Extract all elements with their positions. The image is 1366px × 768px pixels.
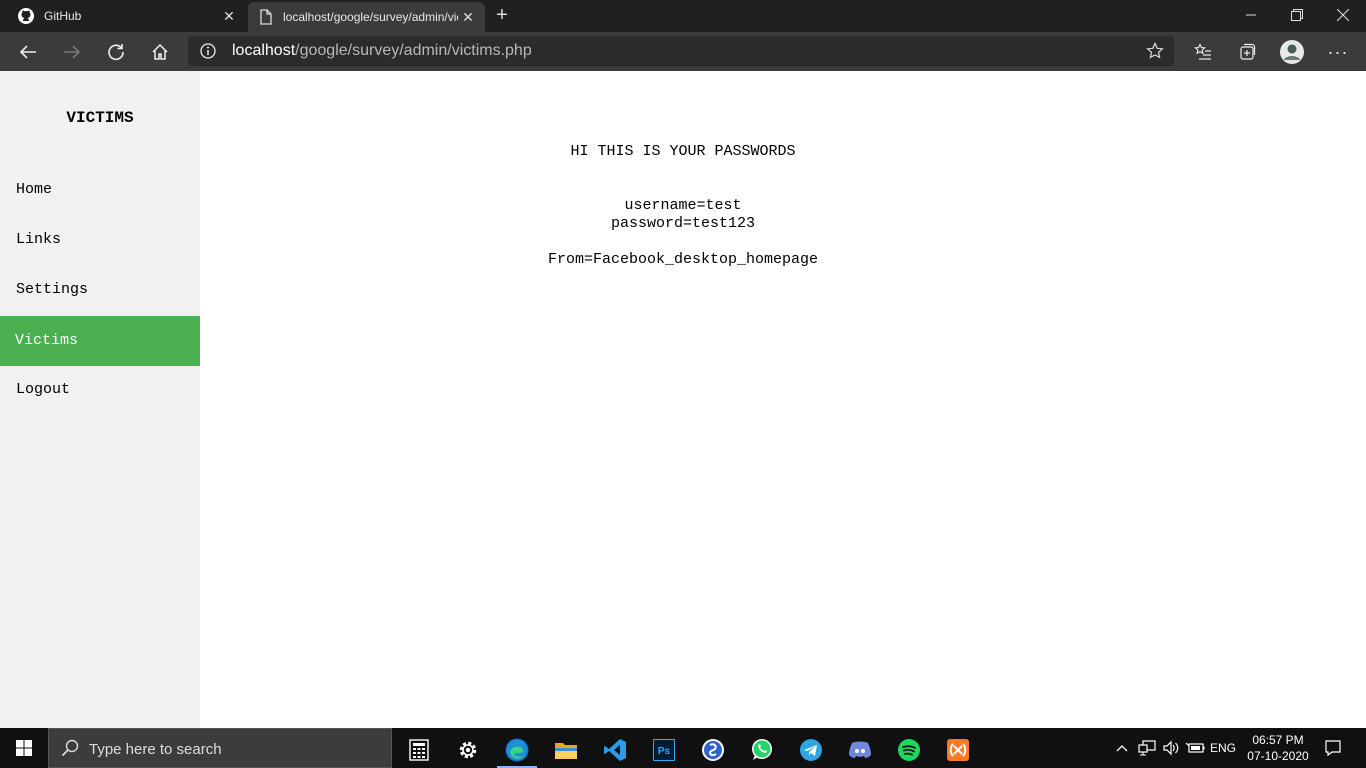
sidebar-item-home[interactable]: Home bbox=[0, 165, 200, 215]
url-text: localhost/google/survey/admin/victims.ph… bbox=[232, 42, 532, 60]
page-icon bbox=[258, 9, 274, 25]
browser-toolbar: localhost/google/survey/admin/victims.ph… bbox=[0, 32, 1366, 71]
close-window-icon[interactable] bbox=[1320, 0, 1366, 30]
tab-victims[interactable]: localhost/google/survey/admin/victims.ph… bbox=[248, 2, 485, 32]
avatar[interactable] bbox=[1277, 37, 1307, 67]
telegram-icon[interactable] bbox=[789, 732, 833, 768]
taskbar-clock[interactable]: 06:57 PM 07-10-2020 bbox=[1240, 732, 1316, 764]
home-icon[interactable] bbox=[145, 37, 175, 67]
main-content: HI THIS IS YOUR PASSWORDS username=test … bbox=[200, 71, 1366, 728]
back-icon[interactable] bbox=[13, 37, 43, 67]
edge-icon[interactable] bbox=[495, 732, 539, 768]
github-icon bbox=[18, 8, 34, 24]
language-indicator[interactable]: ENG bbox=[1208, 728, 1238, 768]
calculator-icon[interactable] bbox=[397, 732, 441, 768]
discord-icon[interactable] bbox=[838, 732, 882, 768]
sidebar-item-logout[interactable]: Logout bbox=[0, 365, 200, 415]
info-icon[interactable] bbox=[200, 43, 216, 64]
search-placeholder: Type here to search bbox=[89, 741, 222, 758]
notifications-icon[interactable] bbox=[1318, 728, 1348, 768]
clock-date: 07-10-2020 bbox=[1247, 749, 1309, 763]
favorites-icon[interactable] bbox=[1188, 37, 1218, 67]
sidebar: VICTIMS Home Links Settings Victims Logo… bbox=[0, 71, 200, 728]
tab-title: localhost/google/survey/admin/victims.ph… bbox=[283, 10, 458, 24]
collections-icon[interactable] bbox=[1232, 37, 1262, 67]
restore-icon[interactable] bbox=[1274, 0, 1320, 30]
simplenote-icon[interactable] bbox=[691, 732, 735, 768]
refresh-icon[interactable] bbox=[101, 37, 131, 67]
sidebar-item-links[interactable]: Links bbox=[0, 215, 200, 265]
source-value: From=Facebook_desktop_homepage bbox=[547, 251, 819, 268]
xampp-icon[interactable] bbox=[936, 732, 980, 768]
page-heading: HI THIS IS YOUR PASSWORDS bbox=[570, 143, 796, 160]
svg-text:Ps: Ps bbox=[658, 746, 671, 757]
sidebar-item-settings[interactable]: Settings bbox=[0, 265, 200, 315]
password-value: password=test123 bbox=[610, 215, 756, 232]
sidebar-brand: VICTIMS bbox=[66, 109, 134, 127]
more-menu-icon[interactable]: ··· bbox=[1323, 37, 1353, 67]
url-path: /google/survey/admin/victims.php bbox=[295, 42, 532, 59]
url-host: localhost bbox=[232, 42, 296, 59]
vscode-icon[interactable] bbox=[593, 732, 637, 768]
minimize-icon[interactable] bbox=[1228, 0, 1274, 30]
close-icon[interactable]: ✕ bbox=[222, 8, 236, 24]
username-value: username=test bbox=[624, 197, 742, 214]
taskbar-search-input[interactable]: Type here to search bbox=[48, 728, 392, 768]
new-tab-icon[interactable]: + bbox=[492, 5, 512, 25]
settings-icon[interactable] bbox=[446, 732, 490, 768]
forward-icon[interactable] bbox=[57, 37, 87, 67]
favorite-star-icon[interactable] bbox=[1146, 42, 1164, 65]
address-bar[interactable]: localhost/google/survey/admin/victims.ph… bbox=[188, 36, 1174, 66]
network-icon[interactable] bbox=[1136, 728, 1158, 768]
browser-tab-bar: GitHub ✕ localhost/google/survey/admin/v… bbox=[0, 0, 1366, 32]
photoshop-icon[interactable]: Ps bbox=[642, 732, 686, 768]
spotify-icon[interactable] bbox=[887, 732, 931, 768]
tab-github[interactable]: GitHub ✕ bbox=[0, 0, 246, 32]
tab-title: GitHub bbox=[44, 9, 82, 23]
battery-icon[interactable] bbox=[1184, 728, 1206, 768]
whatsapp-icon[interactable] bbox=[740, 732, 784, 768]
sidebar-item-victims[interactable]: Victims bbox=[0, 316, 200, 366]
windows-start-icon[interactable] bbox=[0, 728, 48, 768]
clock-time: 06:57 PM bbox=[1252, 733, 1304, 747]
volume-icon[interactable] bbox=[1160, 728, 1182, 768]
search-icon bbox=[61, 739, 79, 762]
taskbar: Type here to search Ps ENG 06:57 PM 07-1… bbox=[0, 728, 1366, 768]
file-explorer-icon[interactable] bbox=[544, 732, 588, 768]
show-hidden-icons-icon[interactable] bbox=[1112, 728, 1132, 768]
close-icon[interactable]: ✕ bbox=[461, 9, 475, 25]
